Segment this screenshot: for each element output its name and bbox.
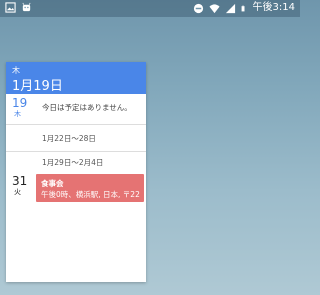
week-range-row[interactable]: 1月22日～28日 bbox=[6, 125, 146, 152]
calendar-widget[interactable]: 木 1月19日 19 木 今日は予定はありません。 1月22日～28日 1月29… bbox=[6, 62, 146, 282]
wifi-icon bbox=[208, 3, 220, 13]
no-events-message: 今日は予定はありません。 bbox=[42, 103, 132, 112]
event-title: 食事会 bbox=[41, 179, 64, 188]
image-icon bbox=[5, 2, 16, 13]
android-icon bbox=[22, 2, 31, 12]
week-range-label: 1月22日～28日 bbox=[42, 133, 96, 143]
status-bar: 午後3:14 bbox=[0, 0, 300, 17]
signal-icon bbox=[225, 3, 235, 13]
battery-icon bbox=[241, 5, 245, 11]
clock-time: 午後3:14 bbox=[252, 2, 295, 13]
event-day-of-week: 火 bbox=[14, 188, 21, 196]
event-card[interactable]: 食事会 午後0時、横浜駅, 日本, 〒22 bbox=[36, 174, 144, 202]
event-day-row: 31 火 食事会 午後0時、横浜駅, 日本, 〒22 bbox=[6, 172, 146, 212]
week-range-label: 1月29日～2月4日 bbox=[42, 157, 104, 167]
minus-circle-icon bbox=[193, 3, 203, 13]
event-detail: 午後0時、横浜駅, 日本, 〒22 bbox=[41, 190, 140, 199]
widget-header[interactable]: 木 1月19日 bbox=[6, 62, 146, 94]
header-date: 1月19日 bbox=[12, 79, 63, 94]
today-row[interactable]: 19 木 今日は予定はありません。 bbox=[6, 94, 146, 125]
week-range-row[interactable]: 1月29日～2月4日 bbox=[6, 152, 146, 172]
event-day-number: 31 bbox=[12, 174, 28, 188]
today-day-of-week: 木 bbox=[14, 110, 21, 118]
today-day-number: 19 bbox=[12, 96, 28, 110]
